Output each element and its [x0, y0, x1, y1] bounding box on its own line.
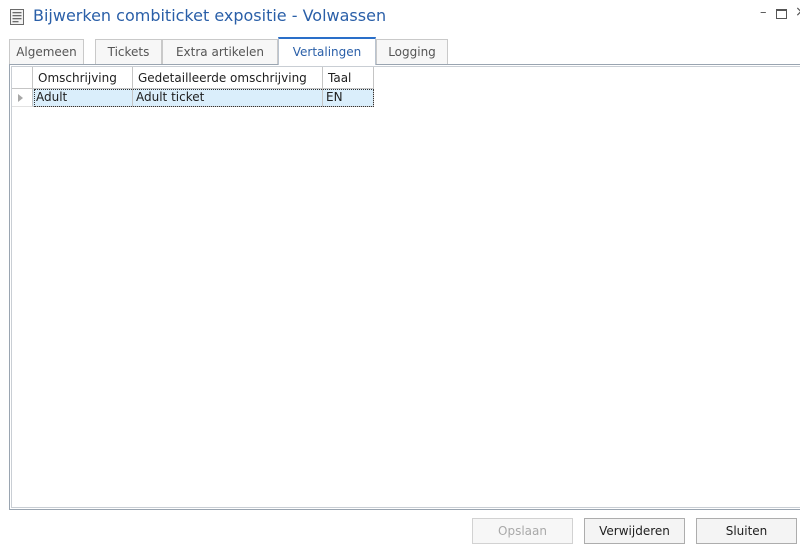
- row-pointer-icon: [18, 94, 23, 102]
- close-icon[interactable]: ×: [795, 4, 800, 20]
- tab-label: Vertalingen: [292, 45, 362, 59]
- cell-omschrijving[interactable]: Adult: [33, 89, 133, 107]
- translations-grid[interactable]: Omschrijving Gedetailleerde omschrijving…: [11, 66, 800, 508]
- title-bar: Bijwerken combiticket expositie - Volwas…: [0, 0, 800, 34]
- delete-button[interactable]: Verwijderen: [584, 518, 685, 544]
- row-indicator-header: [12, 67, 33, 89]
- table-row[interactable]: Adult Adult ticket EN: [12, 89, 374, 107]
- window-title: Bijwerken combiticket expositie - Volwas…: [33, 6, 387, 25]
- cell-taal[interactable]: EN: [323, 89, 374, 107]
- tab-logging[interactable]: Logging: [376, 39, 448, 64]
- cell-gedetailleerde-omschrijving[interactable]: Adult ticket: [133, 89, 323, 107]
- maximize-icon[interactable]: [776, 9, 787, 19]
- tab-panel: Omschrijving Gedetailleerde omschrijving…: [9, 64, 800, 510]
- tab-vertalingen[interactable]: Vertalingen: [278, 37, 376, 65]
- tab-strip: Algemeen Tickets Extra artikelen Vertali…: [9, 37, 800, 65]
- close-button[interactable]: Sluiten: [696, 518, 797, 544]
- column-header-taal[interactable]: Taal: [323, 67, 374, 89]
- tab-label: Logging: [388, 45, 436, 59]
- save-button[interactable]: Opslaan: [472, 518, 573, 544]
- tab-algemeen[interactable]: Algemeen: [9, 39, 84, 64]
- row-indicator[interactable]: [12, 89, 33, 107]
- column-header-gedetailleerde-omschrijving[interactable]: Gedetailleerde omschrijving: [133, 67, 323, 89]
- minimize-icon[interactable]: –: [760, 5, 767, 20]
- column-header-omschrijving[interactable]: Omschrijving: [33, 67, 133, 89]
- form-icon: [10, 9, 24, 25]
- tab-label: Algemeen: [16, 45, 77, 59]
- grid-header: Omschrijving Gedetailleerde omschrijving…: [12, 67, 374, 89]
- tab-label: Tickets: [107, 45, 150, 59]
- tab-label: Extra artikelen: [175, 45, 265, 59]
- tab-extra-artikelen[interactable]: Extra artikelen: [162, 39, 278, 64]
- tab-tickets[interactable]: Tickets: [95, 39, 162, 64]
